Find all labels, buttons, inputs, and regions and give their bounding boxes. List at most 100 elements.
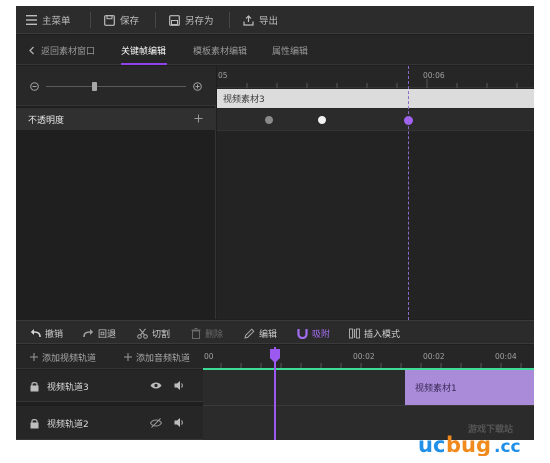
zoom-slider-track[interactable] <box>46 86 186 87</box>
video-clip-name: 视频素材1 <box>415 384 457 394</box>
timeline-tick-label: 00:02 <box>423 352 445 361</box>
opacity-keyframe-track[interactable] <box>217 109 534 131</box>
editor-tab-bar: 返回素材窗口 关键帧编辑 模板素材编辑 属性编辑 <box>16 35 534 65</box>
trash-icon <box>191 327 201 339</box>
scissors-icon <box>137 327 148 339</box>
video-clip[interactable]: 视频素材1 <box>405 370 534 405</box>
keyframe-empty-area <box>217 131 534 319</box>
timeline-tick-label: 00:04 <box>495 352 517 361</box>
eye-off-icon[interactable] <box>150 418 162 428</box>
main-menu-button[interactable]: 主菜单 <box>26 6 71 34</box>
active-tab-indicator <box>121 63 167 65</box>
save-as-button[interactable]: 另存为 <box>169 6 214 34</box>
tab-label: 模板素材编辑 <box>193 46 248 57</box>
delete-button[interactable]: 删除 <box>191 321 223 345</box>
timeline-tick-label: 00 <box>204 352 214 361</box>
save-as-label: 另存为 <box>185 16 214 27</box>
opacity-label: 不透明度 <box>28 115 65 126</box>
ucbug-logo: 游戏下载站 uc bug .cc <box>418 423 521 457</box>
lock-icon[interactable] <box>30 381 39 392</box>
keyframe-clip-name: 视频素材3 <box>223 95 265 105</box>
track-header-video2[interactable]: 视频轨道2 <box>16 406 203 440</box>
zoom-in-icon[interactable] <box>193 82 202 91</box>
magnet-icon <box>297 328 308 339</box>
chevron-left-icon <box>29 46 34 54</box>
keyframe-ruler-ticks <box>246 79 518 88</box>
add-track-row: 添加视频轨道 添加音频轨道 <box>16 345 203 369</box>
back-to-assets-button[interactable]: 返回素材窗口 <box>28 35 95 65</box>
main-menu-label: 主菜单 <box>42 16 71 27</box>
playhead-handle[interactable] <box>269 349 281 363</box>
ruler-tick-label: 05 <box>218 71 228 80</box>
zoom-out-icon[interactable] <box>30 82 39 91</box>
cut-label: 切割 <box>152 329 171 340</box>
svg-text:.cc: .cc <box>494 437 521 456</box>
edit-button[interactable]: 编辑 <box>244 321 277 345</box>
track-divider <box>203 405 534 406</box>
insert-mode-icon <box>349 328 360 338</box>
export-icon <box>243 14 254 26</box>
insert-mode-label: 插入模式 <box>364 329 401 340</box>
speaker-icon[interactable] <box>174 417 185 428</box>
zoom-row <box>16 66 216 106</box>
save-icon <box>104 14 115 26</box>
tab-keyframe-edit[interactable]: 关键帧编辑 <box>121 35 166 65</box>
menu-divider <box>90 12 91 28</box>
keyframe-ruler[interactable]: 05 00:06 <box>217 66 534 88</box>
keyframe-playhead-line <box>408 66 409 320</box>
add-video-track-button[interactable]: 添加视频轨道 <box>30 345 96 369</box>
delete-label: 删除 <box>205 329 224 340</box>
undo-button[interactable]: 撤销 <box>30 321 63 345</box>
opacity-property-row[interactable]: 不透明度 <box>16 108 216 130</box>
redo-icon <box>83 329 94 338</box>
svg-text:bug: bug <box>446 433 491 456</box>
undo-label: 撤销 <box>45 329 64 340</box>
snap-button[interactable]: 吸附 <box>297 321 330 345</box>
ruler-tick-label: 00:06 <box>423 71 445 80</box>
keyframe-clip-bar[interactable]: 视频素材3 <box>217 89 534 108</box>
export-label: 导出 <box>259 16 279 27</box>
keyframe-point[interactable] <box>318 116 326 124</box>
svg-text:uc: uc <box>418 433 445 456</box>
export-button[interactable]: 导出 <box>243 6 278 34</box>
menu-bar: 主菜单 保存 另存为 导出 <box>16 6 534 34</box>
zoom-slider-handle[interactable] <box>92 82 97 91</box>
tab-label: 关键帧编辑 <box>121 46 167 57</box>
tab-template-edit[interactable]: 模板素材编辑 <box>193 35 247 65</box>
track-header-video3[interactable]: 视频轨道3 <box>16 370 203 402</box>
keyframe-point[interactable] <box>265 116 273 124</box>
edit-label: 编辑 <box>259 329 278 340</box>
undo-icon <box>30 329 41 338</box>
track-name: 视频轨道3 <box>47 383 89 393</box>
tab-property-edit[interactable]: 属性编辑 <box>272 35 308 65</box>
cut-button[interactable]: 切割 <box>137 321 170 345</box>
redo-label: 回退 <box>98 329 117 340</box>
track-name: 视频轨道2 <box>47 420 89 430</box>
insert-mode-button[interactable]: 插入模式 <box>349 321 400 345</box>
save-button[interactable]: 保存 <box>104 6 139 34</box>
plus-icon <box>124 353 132 361</box>
snap-label: 吸附 <box>312 329 331 340</box>
plus-icon <box>30 353 38 361</box>
timeline-toolbar: 撤销 回退 切割 删除 编辑 吸附 插入模式 <box>16 320 534 344</box>
redo-button[interactable]: 回退 <box>83 321 116 345</box>
menu-icon <box>26 15 37 25</box>
lock-icon[interactable] <box>30 418 39 429</box>
editor-window: 主菜单 保存 另存为 导出 返回素材窗口 关键帧编辑 模板素材编辑 属性编辑 不… <box>16 6 534 440</box>
menu-divider <box>155 12 156 28</box>
watermark: 游戏下载站 uc bug .cc <box>416 422 546 459</box>
timeline-tick-label: 00:02 <box>353 352 375 361</box>
add-audio-track-button[interactable]: 添加音频轨道 <box>124 345 190 369</box>
speaker-icon[interactable] <box>174 380 185 391</box>
timeline-ruler[interactable]: 00 00:02 00:02 00:04 <box>203 345 534 369</box>
add-audio-track-label: 添加音频轨道 <box>136 353 191 364</box>
add-video-track-label: 添加视频轨道 <box>42 353 97 364</box>
tab-label: 属性编辑 <box>272 46 309 57</box>
add-keyframe-icon[interactable] <box>194 114 203 123</box>
save-label: 保存 <box>120 16 140 27</box>
pencil-icon <box>244 327 255 339</box>
menu-divider <box>229 12 230 28</box>
save-as-icon <box>169 14 180 26</box>
eye-icon[interactable] <box>150 381 162 390</box>
back-label: 返回素材窗口 <box>41 46 96 57</box>
